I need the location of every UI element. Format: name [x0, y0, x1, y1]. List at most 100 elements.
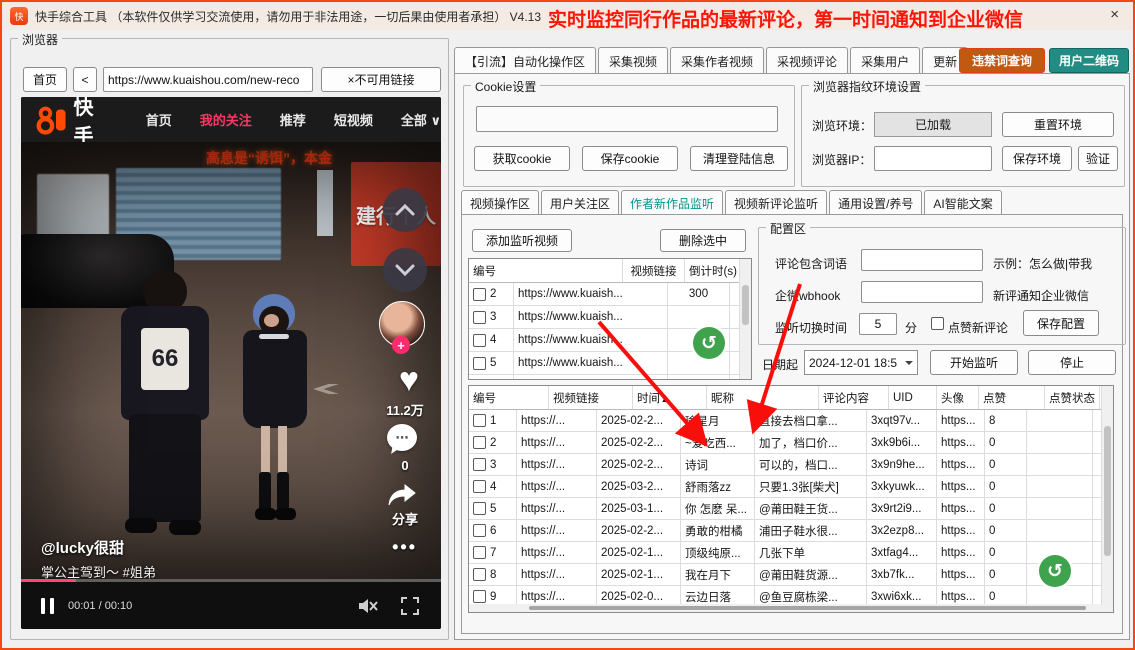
row-checkbox[interactable]: [473, 414, 486, 427]
save-config-button[interactable]: 保存配置: [1023, 310, 1099, 336]
share-icon[interactable]: [387, 483, 417, 507]
row-checkbox[interactable]: [473, 311, 486, 324]
scrollbar-thumb[interactable]: [742, 285, 749, 325]
comments-header-cell[interactable]: 视频链接: [549, 386, 633, 409]
start-listen-button[interactable]: 开始监听: [930, 350, 1018, 375]
row-checkbox[interactable]: [473, 436, 486, 449]
comment-row[interactable]: 7 https://... 2025-02-1... 顶级纯原... 几张下单 …: [469, 542, 1113, 564]
row-checkbox[interactable]: [473, 357, 486, 370]
save-cookie-button[interactable]: 保存cookie: [582, 146, 678, 171]
row-checkbox[interactable]: [473, 590, 486, 603]
webhook-input[interactable]: [861, 281, 983, 303]
comment-row-id: 8: [490, 569, 496, 581]
delete-selected-button[interactable]: 删除选中: [660, 229, 746, 252]
monitor-header-cell[interactable]: 视频链接: [623, 259, 685, 282]
sub-tab[interactable]: 作者新作品监听: [621, 190, 723, 217]
row-checkbox[interactable]: [473, 380, 486, 381]
more-options-icon[interactable]: •••: [392, 537, 417, 558]
scrollbar-thumb[interactable]: [529, 606, 1086, 610]
monitor-table-row[interactable]: 2 https://www.kuaish... 300: [469, 283, 751, 306]
comment-bubble-icon[interactable]: ⋯: [387, 424, 417, 451]
save-env-button[interactable]: 保存环境: [1002, 146, 1072, 171]
row-checkbox[interactable]: [473, 568, 486, 581]
monitor-header-cell[interactable]: 倒计时(s): [685, 259, 742, 282]
comment-row[interactable]: 5 https://... 2025-03-1... 你 怎麽 呆... @莆田…: [469, 498, 1113, 520]
comments-header-cell[interactable]: 昵称: [707, 386, 819, 409]
row-checkbox[interactable]: [473, 524, 486, 537]
comment-row[interactable]: 6 https://... 2025-02-2... 勇敢的柑橘 浦田子鞋水很.…: [469, 520, 1113, 542]
like-new-comment-checkbox[interactable]: [931, 317, 944, 330]
comments-table-vscrollbar[interactable]: [1101, 386, 1113, 612]
row-checkbox[interactable]: [473, 288, 486, 301]
sub-tab[interactable]: AI智能文案: [924, 190, 1001, 217]
comment-row[interactable]: 1 https://... 2025-02-2... 瑜星月 直接去档口拿...…: [469, 410, 1113, 432]
back-button[interactable]: <: [73, 67, 97, 92]
row-checkbox[interactable]: [473, 334, 486, 347]
sub-tab[interactable]: 用户关注区: [541, 190, 619, 217]
comment-row-content: 加了，档口价...: [755, 432, 867, 453]
invalid-link-button[interactable]: ×不可用链接: [321, 67, 441, 92]
comments-header-cell[interactable]: 点赞状态: [1045, 386, 1100, 409]
comment-row[interactable]: 8 https://... 2025-02-1... 我在月下 @莆田鞋货源..…: [469, 564, 1113, 586]
scrollbar-thumb[interactable]: [1104, 426, 1111, 556]
pause-icon[interactable]: [41, 598, 54, 614]
row-checkbox[interactable]: [473, 546, 486, 559]
comments-header-cell[interactable]: 时间▲: [633, 386, 707, 409]
banned-words-button[interactable]: 违禁词查询: [959, 48, 1045, 73]
get-cookie-button[interactable]: 获取cookie: [474, 146, 570, 171]
comments-header-cell[interactable]: 点赞: [979, 386, 1045, 409]
video-author[interactable]: @lucky很甜: [41, 537, 124, 558]
monitor-header-cell[interactable]: 编号: [469, 259, 623, 282]
comments-header-cell[interactable]: 头像: [937, 386, 979, 409]
browser-ip-input[interactable]: [874, 146, 992, 171]
follow-plus-icon[interactable]: +: [392, 336, 410, 354]
monitor-table-scrollbar[interactable]: [739, 259, 751, 379]
refresh-comments-icon[interactable]: ↺: [1039, 555, 1071, 587]
switch-time-input[interactable]: [859, 313, 897, 335]
date-from-picker[interactable]: 2024-12-01 18:5: [804, 350, 918, 375]
comments-table-hscrollbar[interactable]: [469, 604, 1102, 612]
refresh-monitor-icon[interactable]: ↺: [693, 327, 725, 359]
sub-tab[interactable]: 通用设置/养号: [829, 190, 922, 217]
comments-header-cell[interactable]: 评论内容: [819, 386, 889, 409]
kuaishou-nav-item[interactable]: 首页: [146, 110, 172, 129]
kuaishou-nav-item[interactable]: 推荐: [280, 110, 306, 129]
close-icon[interactable]: ×: [1110, 6, 1119, 23]
kuaishou-nav-item[interactable]: 我的关注: [200, 110, 252, 129]
comment-row[interactable]: 2 https://... 2025-02-2... ~爱吃西... 加了，档口…: [469, 432, 1113, 454]
home-button[interactable]: 首页: [23, 67, 67, 92]
kuaishou-nav-item[interactable]: 全部 ∨: [401, 110, 441, 129]
main-tab[interactable]: 采视频评论: [766, 47, 848, 76]
row-checkbox[interactable]: [473, 458, 486, 471]
cookie-input[interactable]: [476, 106, 778, 132]
comments-header-cell[interactable]: 编号: [469, 386, 549, 409]
stop-button[interactable]: 停止: [1028, 350, 1116, 375]
prev-video-button[interactable]: [383, 188, 427, 232]
row-checkbox[interactable]: [473, 480, 486, 493]
main-tab[interactable]: 【引流】自动化操作区: [454, 47, 596, 76]
main-tab[interactable]: 采集视频: [598, 47, 668, 76]
monitor-table-row[interactable]: 3 https://www.kuaish...: [469, 306, 751, 329]
comments-header-cell[interactable]: UID: [889, 386, 937, 409]
sub-tab[interactable]: 视频新评论监听: [725, 190, 827, 217]
main-tab[interactable]: 采集作者视频: [670, 47, 764, 76]
like-heart-icon[interactable]: ♥: [399, 363, 419, 397]
verify-button[interactable]: 验证: [1078, 146, 1118, 171]
comment-row[interactable]: 4 https://... 2025-03-2... 舒雨落zz 只要1.3张[…: [469, 476, 1113, 498]
comment-row[interactable]: 3 https://... 2025-02-2... 诗词 可以的，档口... …: [469, 454, 1113, 476]
url-input[interactable]: [103, 67, 313, 92]
comment-words-input[interactable]: [861, 249, 983, 271]
fullscreen-icon[interactable]: [401, 597, 419, 615]
reset-env-button[interactable]: 重置环境: [1002, 112, 1114, 137]
mute-icon[interactable]: [357, 597, 379, 615]
add-monitor-video-button[interactable]: 添加监听视频: [472, 229, 572, 252]
row-checkbox[interactable]: [473, 502, 486, 515]
kuaishou-nav-item[interactable]: 短视频: [334, 110, 373, 129]
main-tab[interactable]: 采集用户: [850, 47, 920, 76]
user-qrcode-button[interactable]: 用户二维码: [1049, 48, 1129, 73]
sub-tab[interactable]: 视频操作区: [461, 190, 539, 217]
monitor-table-row[interactable]: 6 https://www.kuaish...: [469, 375, 751, 380]
author-avatar[interactable]: +: [379, 301, 425, 347]
clear-login-button[interactable]: 清理登陆信息: [690, 146, 788, 171]
next-video-button[interactable]: [383, 248, 427, 292]
